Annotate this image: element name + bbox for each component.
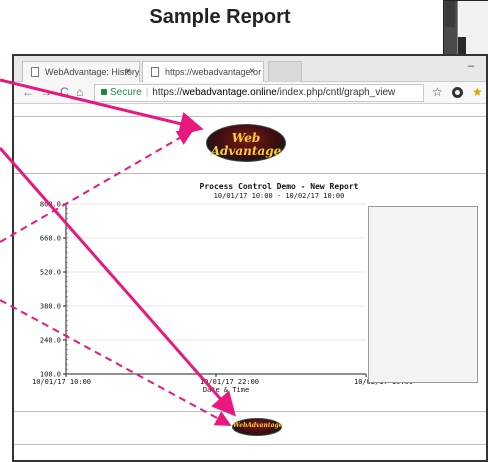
- y-tick-label: 800.0: [40, 201, 61, 209]
- y-tick-label: 240.0: [40, 337, 61, 345]
- y-tick-label: 660.0: [40, 235, 61, 243]
- panel-scrollbar: [445, 1, 455, 27]
- browser-window: WebAdvantage: History × https://webadvan…: [12, 54, 488, 462]
- slide-title: Sample Report: [149, 6, 291, 28]
- footer-logo: WebAdvantage: [232, 418, 283, 436]
- x-tick-label: 10/01/17 10:00: [32, 378, 91, 386]
- x-tick-label: 10/01/17 22:00: [200, 378, 259, 386]
- footer-bottom-divider: [14, 444, 486, 445]
- footer-logo-text: WebAdvantage: [233, 422, 283, 429]
- y-tick-label: 380.0: [40, 303, 61, 311]
- chart-legend-panel: [368, 206, 478, 383]
- y-tick-label: 520.0: [40, 269, 61, 277]
- x-axis-label: Date & Time: [203, 386, 249, 394]
- footer-divider: [14, 411, 486, 412]
